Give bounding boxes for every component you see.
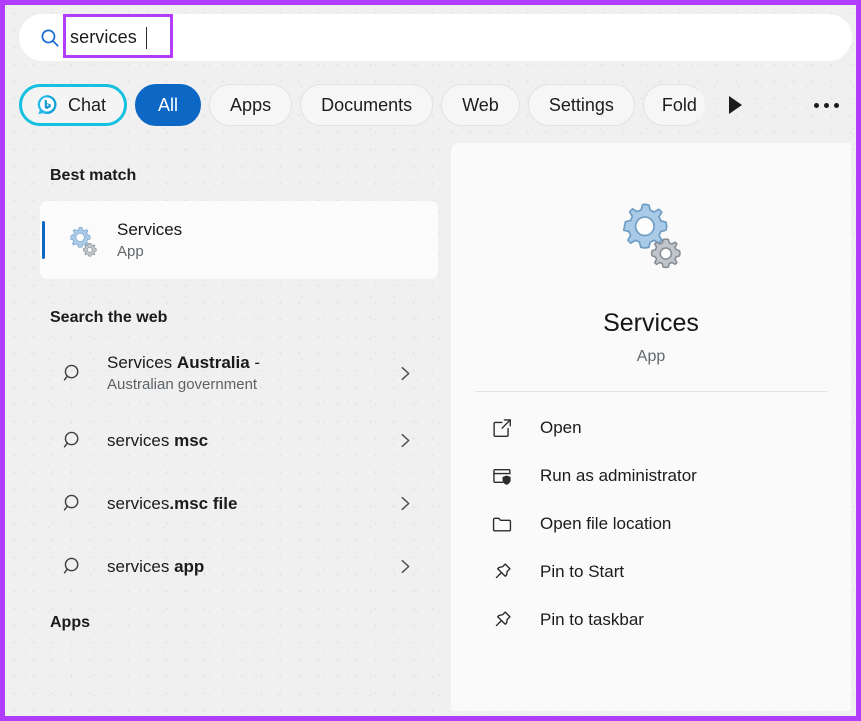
preview-header: Services App (451, 143, 851, 367)
chevron-right-icon (401, 496, 410, 511)
gears-icon (622, 203, 681, 269)
pin-icon (495, 611, 511, 627)
tab-folders-label: Fold (661, 94, 697, 115)
caret-right-icon (729, 96, 743, 114)
action-pin-to-taskbar[interactable]: Pin to taskbar (451, 596, 851, 644)
filter-tab-bar: Chat All Apps Documents Web Settings Fol… (19, 81, 852, 129)
best-match-title: Services (117, 220, 183, 239)
ellipsis-icon (833, 102, 839, 108)
search-the-web-header: Search the web (50, 309, 168, 326)
bing-chat-icon (37, 95, 57, 115)
preview-pane: Services App Open Run as administrator O… (451, 143, 851, 711)
preview-subtitle: App (636, 348, 666, 365)
search-icon (63, 431, 79, 448)
list-item[interactable]: Services Australia - Australian governme… (40, 337, 438, 409)
tab-all[interactable]: All (135, 84, 202, 126)
tab-documents-label: Documents (321, 94, 413, 115)
best-match-subtitle: App (117, 243, 144, 260)
search-icon (63, 494, 79, 511)
ellipsis-icon (813, 102, 819, 108)
results-area: Best match Services App Search the web S… (10, 143, 851, 711)
tab-apps[interactable]: Apps (209, 84, 293, 126)
pin-icon (495, 563, 511, 579)
action-open-file-location-label: Open file location (540, 514, 672, 533)
tab-settings[interactable]: Settings (527, 84, 635, 126)
action-run-as-administrator-label: Run as administrator (540, 466, 697, 485)
chevron-right-icon (401, 433, 410, 448)
search-icon (41, 29, 59, 47)
list-item[interactable]: services msc (40, 409, 438, 472)
chevron-right-icon (401, 559, 410, 574)
ellipsis-icon (823, 102, 829, 108)
list-item[interactable]: services app (40, 535, 438, 598)
tab-web-label: Web (462, 94, 499, 115)
preview-actions: Open Run as administrator Open file loca… (451, 404, 851, 644)
action-pin-to-start-label: Pin to Start (540, 562, 625, 581)
gears-icon (70, 226, 97, 257)
external-link-icon (493, 419, 511, 438)
selection-accent-bar (42, 221, 45, 259)
tab-all-label: All (158, 94, 179, 115)
search-bar[interactable]: services (19, 13, 852, 61)
action-open[interactable]: Open (451, 404, 851, 452)
search-input[interactable]: services (70, 27, 137, 48)
preview-divider (475, 391, 827, 392)
web-results-list: Services Australia - Australian governme… (10, 337, 451, 598)
action-run-as-administrator[interactable]: Run as administrator (451, 452, 851, 500)
action-pin-to-start[interactable]: Pin to Start (451, 548, 851, 596)
list-item[interactable]: services.msc file (40, 472, 438, 535)
action-open-file-location[interactable]: Open file location (451, 500, 851, 548)
left-results-pane: Best match Services App Search the web S… (10, 143, 451, 711)
windows-search-flyout: services Chat All Apps Documents Web Set… (0, 0, 861, 721)
tab-folders[interactable]: Fold (642, 84, 705, 126)
tab-documents[interactable]: Documents (300, 84, 434, 126)
list-item-text: services msc (107, 430, 397, 452)
result-subtitle: Australian government (107, 375, 258, 393)
search-icon (63, 364, 79, 381)
list-item-text: Services Australia - Australian governme… (107, 352, 397, 395)
tab-web[interactable]: Web (441, 84, 520, 126)
result-title: services msc (107, 430, 209, 450)
tab-settings-label: Settings (548, 94, 614, 115)
result-title: Services Australia - (107, 352, 261, 372)
tab-chat[interactable]: Chat (19, 84, 128, 126)
best-match-text: Services App (117, 219, 182, 261)
best-match-header: Best match (50, 167, 137, 184)
tab-apps-label: Apps (230, 94, 272, 115)
list-item-text: services.msc file (107, 493, 397, 515)
chevron-right-icon (401, 366, 410, 380)
list-item-text: services app (107, 556, 397, 578)
more-options-button[interactable] (806, 91, 846, 119)
action-pin-to-taskbar-label: Pin to taskbar (540, 610, 644, 629)
shield-window-icon (493, 468, 511, 485)
result-title: services app (107, 556, 205, 576)
result-title: services.msc file (107, 493, 238, 513)
search-icon (63, 557, 79, 574)
preview-title: Services (603, 309, 699, 337)
best-match-card[interactable]: Services App (40, 201, 438, 279)
action-open-label: Open (540, 418, 582, 437)
text-caret (145, 26, 147, 49)
search-input-wrap[interactable]: services (63, 13, 173, 58)
apps-header: Apps (50, 614, 90, 631)
scroll-tabs-right-button[interactable] (719, 84, 753, 126)
tab-chat-label: Chat (68, 94, 107, 115)
folder-icon (492, 517, 512, 532)
